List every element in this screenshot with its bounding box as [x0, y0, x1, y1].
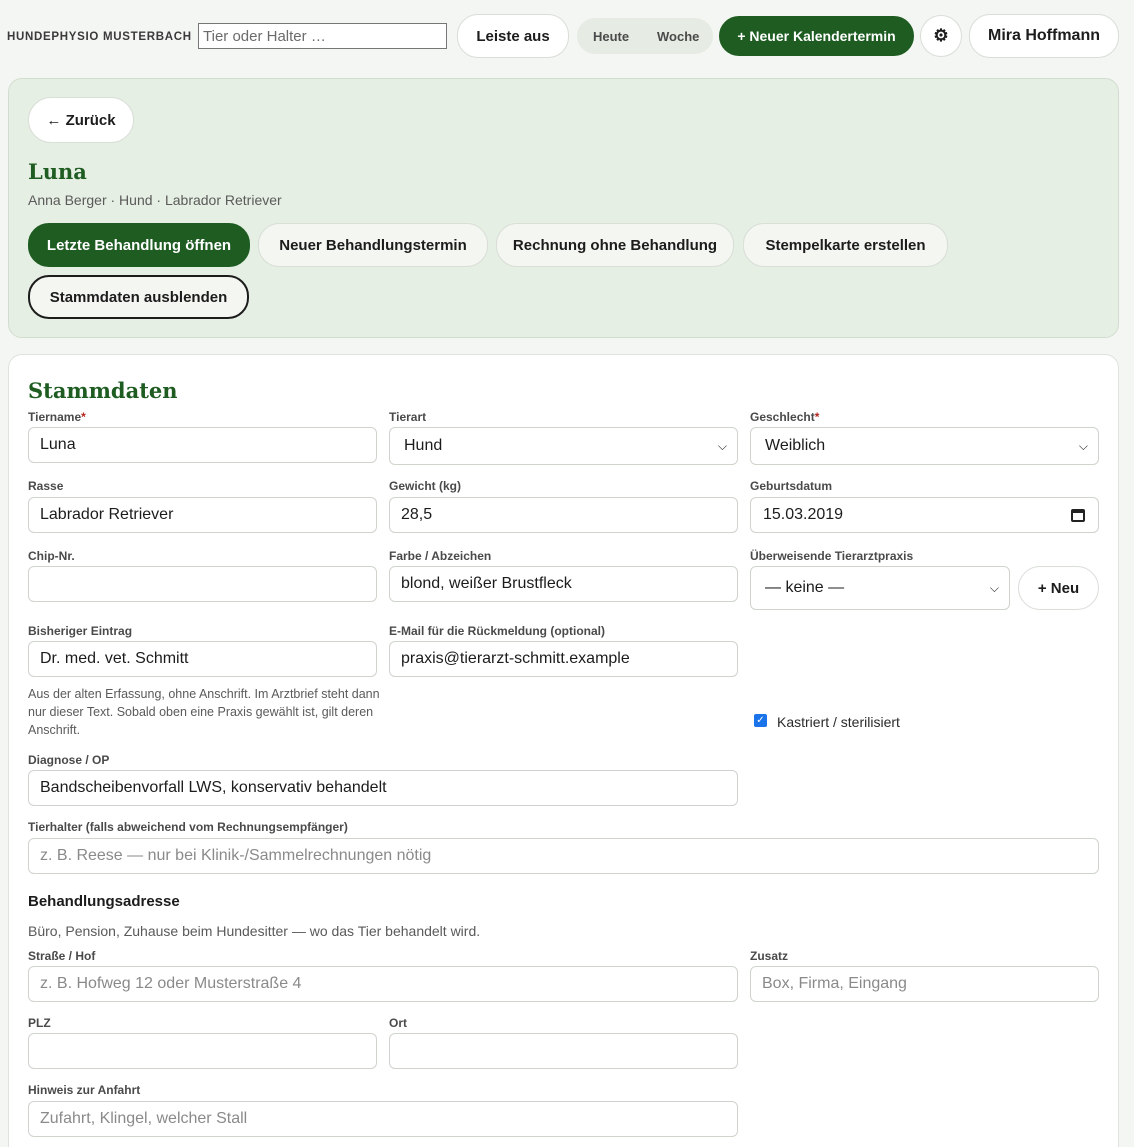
- breed-field[interactable]: Labrador Retriever: [28, 497, 377, 533]
- settings-button[interactable]: ⚙: [920, 15, 962, 57]
- required-mark: *: [814, 410, 820, 424]
- chip-label: Chip-Nr.: [28, 549, 75, 563]
- new-appointment-button[interactable]: + Neuer Kalendertermin: [719, 16, 914, 56]
- new-treatment-button[interactable]: Neuer Behandlungstermin: [258, 223, 488, 267]
- email-field[interactable]: praxis@tierarzt-schmitt.example: [389, 641, 738, 677]
- patient-name: Luna: [28, 159, 87, 184]
- sex-label: Geschlecht*: [750, 410, 820, 424]
- species-select[interactable]: Hund ⌵: [389, 427, 738, 465]
- species-label: Tierart: [389, 410, 427, 424]
- hide-master-data-button[interactable]: Stammdaten ausblenden: [28, 275, 249, 319]
- chevron-down-icon: ⌵: [717, 438, 727, 453]
- color-label: Farbe / Abzeichen: [389, 549, 492, 563]
- breed-label: Rasse: [28, 479, 64, 493]
- view-week-button[interactable]: Woche: [657, 29, 699, 44]
- zip-field[interactable]: [28, 1033, 377, 1069]
- chevron-down-icon: ⌵: [1078, 438, 1088, 453]
- neutered-checkbox[interactable]: ✓: [754, 714, 767, 727]
- user-menu-button[interactable]: Mira Hoffmann: [969, 14, 1119, 58]
- required-mark: *: [81, 410, 86, 424]
- zip-label: PLZ: [28, 1016, 51, 1030]
- owner-label: Tierhalter (falls abweichend vom Rechnun…: [28, 820, 348, 834]
- directions-label: Hinweis zur Anfahrt: [28, 1083, 141, 1097]
- email-label: E-Mail für die Rückmeldung (optional): [389, 624, 605, 638]
- weight-field[interactable]: 28,5: [389, 497, 738, 533]
- master-data-form: Stammdaten Tiername* Luna Tierart Hund ⌵ …: [8, 354, 1119, 1147]
- search-input[interactable]: [198, 23, 447, 49]
- previous-entry-help: Aus der alten Erfassung, ohne Anschrift.…: [28, 687, 380, 737]
- invoice-without-treatment-button[interactable]: Rechnung ohne Behandlung: [496, 223, 734, 267]
- patient-header: ← Zurück Luna Anna Berger · Hund · Labra…: [8, 78, 1119, 338]
- birthdate-label: Geburtsdatum: [750, 479, 833, 493]
- directions-field[interactable]: [28, 1101, 738, 1137]
- extra-label: Zusatz: [750, 949, 789, 963]
- color-field[interactable]: blond, weißer Brustfleck: [389, 566, 738, 602]
- form-title: Stammdaten: [28, 378, 178, 403]
- city-label: Ort: [389, 1016, 407, 1030]
- street-field[interactable]: [28, 966, 738, 1002]
- chevron-down-icon: ⌵: [989, 580, 999, 595]
- open-last-treatment-button[interactable]: Letzte Behandlung öffnen: [28, 223, 250, 267]
- city-field[interactable]: [389, 1033, 738, 1069]
- create-stamp-card-button[interactable]: Stempelkarte erstellen: [743, 223, 948, 267]
- address-section-title: Behandlungsadresse: [28, 893, 180, 910]
- name-field[interactable]: Luna: [28, 427, 377, 463]
- chip-field[interactable]: [28, 566, 377, 602]
- street-label: Straße / Hof: [28, 949, 96, 963]
- brand-name: HUNDEPHYSIO MUSTERBACH: [7, 31, 192, 43]
- vet-select[interactable]: — keine — ⌵: [750, 566, 1010, 610]
- previous-entry-field[interactable]: Dr. med. vet. Schmitt: [28, 641, 377, 677]
- calendar-icon[interactable]: [1071, 508, 1085, 522]
- toggle-sidebar-button[interactable]: Leiste aus: [457, 14, 569, 58]
- sex-select[interactable]: Weiblich ⌵: [750, 427, 1099, 465]
- address-section-subtitle: Büro, Pension, Zuhause beim Hundesitter …: [28, 923, 481, 939]
- diagnosis-field[interactable]: Bandscheibenvorfall LWS, konservativ beh…: [28, 770, 738, 806]
- birthdate-field[interactable]: 15.03.2019: [750, 497, 1099, 533]
- neutered-label: Kastriert / sterilisiert: [777, 714, 900, 730]
- add-vet-button[interactable]: + Neu: [1018, 566, 1099, 610]
- view-today-button[interactable]: Heute: [593, 29, 629, 44]
- diagnosis-label: Diagnose / OP: [28, 753, 110, 767]
- owner-field[interactable]: [28, 838, 1099, 874]
- patient-subtitle: Anna Berger · Hund · Labrador Retriever: [28, 192, 282, 208]
- extra-field[interactable]: [750, 966, 1099, 1002]
- back-button[interactable]: ← Zurück: [28, 97, 134, 143]
- top-bar: HUNDEPHYSIO MUSTERBACH Leiste aus Heute …: [0, 0, 1134, 72]
- check-icon: ✓: [756, 715, 765, 726]
- vet-label: Überweisende Tierarztpraxis: [750, 549, 914, 563]
- name-label: Tiername*: [28, 410, 86, 424]
- previous-entry-label: Bisheriger Eintrag: [28, 624, 133, 638]
- view-switch: Heute Woche: [577, 18, 713, 54]
- weight-label: Gewicht (kg): [389, 479, 462, 493]
- gear-icon: ⚙: [933, 26, 949, 45]
